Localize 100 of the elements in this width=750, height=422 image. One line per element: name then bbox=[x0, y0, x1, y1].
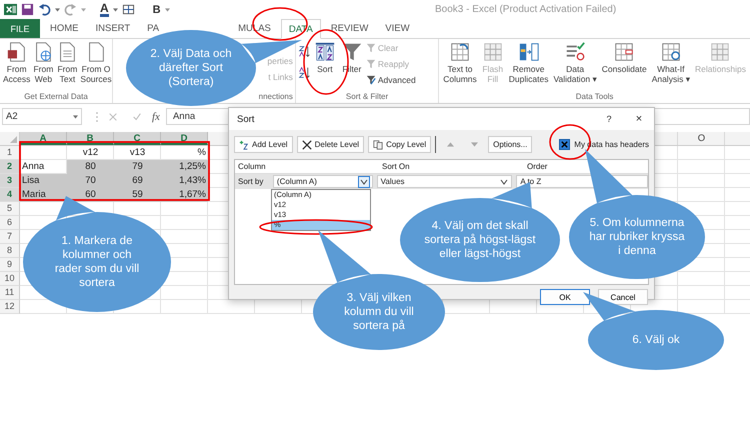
ribbon-button[interactable]: From Web bbox=[31, 41, 56, 84]
table-icon bbox=[482, 41, 504, 63]
delete-icon bbox=[302, 140, 312, 150]
file-tab[interactable]: FILE bbox=[0, 19, 40, 38]
ribbon-button[interactable]: From Text bbox=[55, 41, 80, 84]
copy-level-button[interactable]: Copy Level bbox=[368, 136, 432, 153]
redo-icon[interactable] bbox=[64, 3, 77, 16]
help-button[interactable]: ? bbox=[594, 114, 624, 124]
table-cell: 70 bbox=[67, 174, 114, 188]
save-icon[interactable] bbox=[21, 3, 34, 16]
column-header[interactable]: O bbox=[678, 132, 725, 145]
ribbon-button[interactable]: Consolidate bbox=[600, 41, 649, 74]
ribbon-tab[interactable]: HOME bbox=[43, 19, 86, 38]
ribbon-command[interactable]: Advanced bbox=[366, 73, 416, 87]
add-sort-icon bbox=[239, 140, 249, 150]
table-cell-text: % bbox=[196, 146, 207, 160]
callout-text: 6. Välj ok bbox=[632, 333, 680, 347]
group-label: Get External Data bbox=[24, 92, 88, 103]
table-icon bbox=[660, 41, 682, 63]
column-heading: Column bbox=[237, 161, 267, 173]
ribbon-tab[interactable]: PA bbox=[140, 19, 166, 38]
bold-button[interactable]: B bbox=[152, 4, 161, 16]
row-header[interactable]: 10 bbox=[0, 272, 20, 286]
cancel-button[interactable]: Cancel bbox=[598, 289, 648, 305]
ribbon-button[interactable]: Remove Duplicates bbox=[506, 41, 550, 84]
row-header[interactable]: 1 bbox=[0, 146, 20, 160]
borders-icon[interactable] bbox=[122, 3, 135, 16]
document-icon bbox=[6, 41, 28, 63]
row-header[interactable]: 2 bbox=[0, 160, 20, 174]
undo-icon[interactable] bbox=[38, 3, 51, 16]
row-header[interactable]: 4 bbox=[0, 188, 20, 202]
sort-descending-icon[interactable] bbox=[298, 66, 311, 79]
table-cell-text: v12 bbox=[82, 146, 100, 160]
table-cell: Lisa bbox=[20, 174, 67, 188]
close-button[interactable]: × bbox=[624, 113, 654, 125]
callout-text: 1. Markera de kolumner och rader som du vill sortera bbox=[54, 234, 140, 290]
ribbon-button[interactable]: Text to Columns bbox=[441, 41, 479, 84]
caret-icon[interactable] bbox=[55, 8, 60, 12]
table-cell: 79 bbox=[114, 160, 161, 174]
table-icon bbox=[448, 41, 471, 63]
filter-icon bbox=[366, 59, 376, 69]
table-cell: 69 bbox=[114, 174, 161, 188]
row-header[interactable]: 5 bbox=[0, 202, 20, 216]
add-level-button[interactable]: Add Level bbox=[234, 136, 293, 153]
row-label: Sort by bbox=[237, 177, 264, 186]
row-header[interactable]: 7 bbox=[0, 230, 20, 244]
sort-icon bbox=[314, 41, 336, 63]
caret-icon[interactable] bbox=[358, 176, 370, 188]
group-label: nnections bbox=[258, 92, 293, 103]
row-header[interactable]: 9 bbox=[0, 258, 20, 272]
row-header[interactable]: 3 bbox=[0, 174, 20, 188]
table-cell: 80 bbox=[67, 160, 114, 174]
dialog-title: Sort bbox=[237, 114, 256, 124]
check-icon[interactable] bbox=[132, 112, 142, 122]
table-cell: 1,43% bbox=[161, 174, 208, 188]
column-select[interactable]: (Column A) bbox=[272, 175, 373, 188]
ribbon-button[interactable]: From Access bbox=[2, 41, 32, 84]
name-box[interactable]: A2 bbox=[2, 108, 82, 125]
table-cell-text: v13 bbox=[128, 146, 146, 160]
column-heading: Sort On bbox=[381, 161, 411, 173]
callout-text: 3. Välj vilken kolumn du vill sortera på bbox=[343, 291, 415, 333]
callout-text: 5. Om kolumnerna har rubriker kryssa i denna bbox=[589, 216, 685, 258]
font-color-button[interactable]: A bbox=[100, 2, 109, 16]
down-arrow-icon bbox=[470, 142, 478, 147]
copy-icon bbox=[373, 140, 384, 150]
group-label: Data Tools bbox=[576, 92, 614, 103]
up-arrow-icon bbox=[446, 142, 454, 147]
ribbon-tab[interactable]: REVIEW bbox=[324, 19, 376, 38]
app-icon bbox=[4, 3, 17, 16]
filter-icon bbox=[366, 43, 376, 53]
group-label: Sort & Filter bbox=[346, 92, 388, 103]
row-header[interactable]: 6 bbox=[0, 216, 20, 230]
row-header[interactable]: 11 bbox=[0, 286, 20, 300]
row-header[interactable]: 12 bbox=[0, 300, 20, 314]
options-button[interactable]: Options... bbox=[488, 136, 532, 153]
sort-on-select[interactable]: Values bbox=[376, 175, 512, 188]
delete-level-button[interactable]: Delete Level bbox=[296, 136, 364, 153]
ribbon-tab[interactable]: VIEW bbox=[378, 19, 417, 38]
checklist-icon bbox=[564, 41, 586, 63]
columns-icon bbox=[518, 41, 540, 63]
caret-icon[interactable] bbox=[112, 8, 118, 12]
checkbox[interactable] bbox=[559, 139, 570, 150]
ribbon-tab[interactable]: INSERT bbox=[88, 19, 138, 38]
window-title: Book3 - Excel (Product Activation Failed) bbox=[435, 4, 616, 15]
sort-ascending-icon[interactable] bbox=[298, 45, 311, 58]
ok-button[interactable]: OK bbox=[540, 289, 590, 305]
table-cell: 1,25% bbox=[161, 160, 208, 174]
row-header[interactable]: 8 bbox=[0, 244, 20, 258]
column-heading: Order bbox=[526, 161, 548, 173]
caret-icon[interactable] bbox=[73, 114, 78, 118]
table-cell-text: Anna bbox=[21, 160, 46, 174]
ribbon-button[interactable]: From O Sources bbox=[79, 41, 113, 84]
ribbon-button[interactable]: Data Validation ▾ bbox=[551, 41, 599, 84]
callout-text: 2. Välj Data och därefter Sort (Sortera) bbox=[149, 47, 233, 89]
table-icon bbox=[613, 41, 636, 63]
ribbon-button[interactable]: Sort bbox=[312, 41, 338, 74]
insert-function-button[interactable]: fx bbox=[152, 110, 160, 122]
ribbon-button[interactable]: What-If Analysis ▾ bbox=[650, 41, 692, 84]
filter-icon bbox=[366, 75, 376, 85]
callout-text: 4. Välj om det skall sortera på högst-lägst eller lägst-högst bbox=[424, 219, 536, 261]
